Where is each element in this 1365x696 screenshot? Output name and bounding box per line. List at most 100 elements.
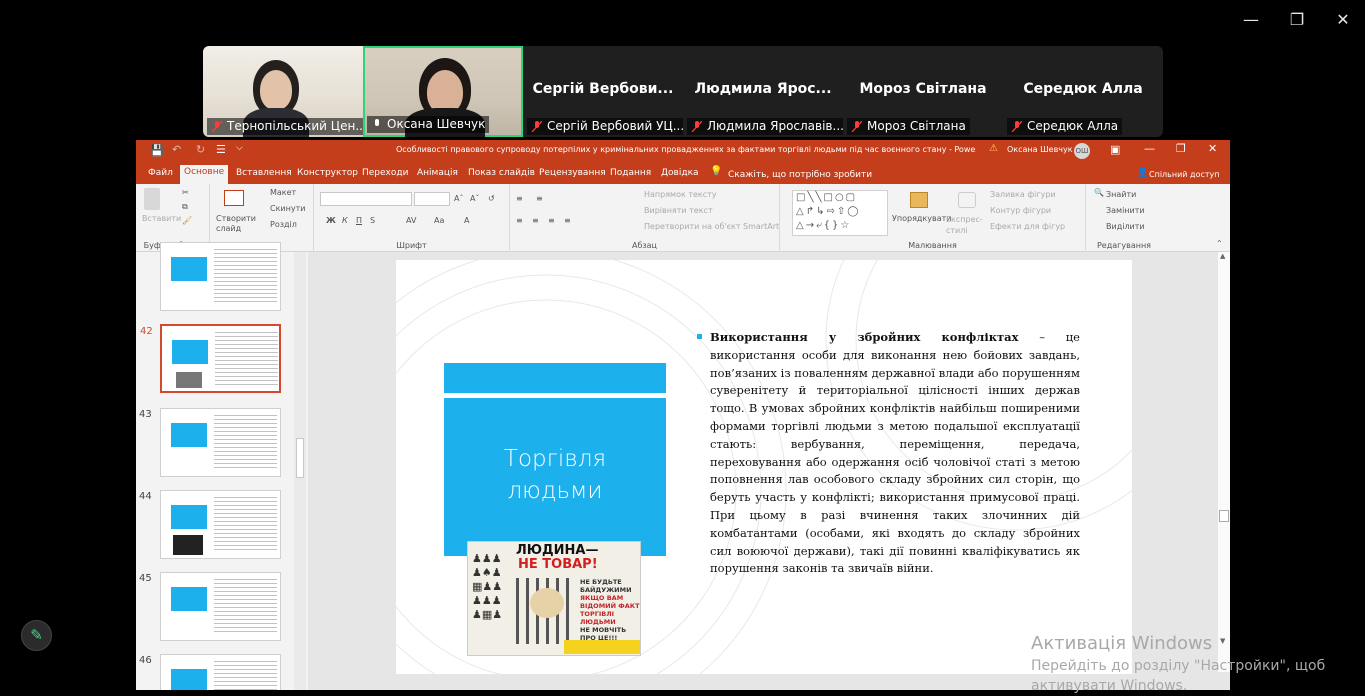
human-trafficking-poster-image[interactable]: ЛЮДИНА— НЕ ТОВАР! ♟♟♟ ♟♠♟ ▦♟♟ ♟♟♟ ♟▦♟ НЕ БУД…	[467, 541, 641, 656]
font-size-select[interactable]	[414, 192, 450, 206]
minimize-icon[interactable]: —	[1144, 142, 1155, 155]
powerpoint-window: 💾 ↶ ↻ ☰ ⌵ Особливості правового супровод…	[136, 140, 1230, 690]
avatar[interactable]: ОШ	[1074, 143, 1090, 159]
user-name[interactable]: Оксана Шевчук	[1007, 145, 1073, 154]
scroll-up-icon[interactable]: ▲	[1220, 252, 1225, 260]
tab-home[interactable]: Основне	[180, 165, 229, 184]
participant-tile[interactable]: Тернопільський Цен...	[203, 46, 363, 137]
tab-file[interactable]: Файл	[144, 166, 177, 184]
font-color-icon[interactable]: A	[464, 216, 469, 225]
arrange-button[interactable]: Упорядкувати	[892, 214, 951, 223]
quick-styles-icon[interactable]	[958, 192, 976, 208]
align-left-icon[interactable]: ≡	[516, 216, 523, 225]
align-right-icon[interactable]: ≡	[548, 216, 555, 225]
restore-icon[interactable]: ❐	[1284, 8, 1310, 32]
tab-view[interactable]: Подання	[606, 166, 655, 184]
font-family-select[interactable]	[320, 192, 412, 206]
share-button[interactable]: Спільний доступ	[1149, 170, 1220, 179]
slide-thumbnail[interactable]: 45	[139, 572, 281, 641]
replace-button[interactable]: Замінити	[1106, 206, 1145, 215]
text-direction-button[interactable]: Напрямок тексту	[644, 190, 717, 199]
select-button[interactable]: Виділити	[1106, 222, 1145, 231]
save-icon[interactable]: 💾	[150, 144, 164, 157]
quick-styles-button[interactable]: Експрес-стилі	[946, 214, 986, 236]
tab-help[interactable]: Довідка	[657, 166, 703, 184]
ribbon-display-icon[interactable]: ▣	[1110, 143, 1120, 156]
dropdown-icon[interactable]: ⌵	[236, 143, 243, 153]
cut-icon[interactable]: ✂	[182, 188, 189, 197]
slide-thumbnail-selected[interactable]: 42	[140, 324, 281, 393]
tab-design[interactable]: Конструктор	[293, 166, 362, 184]
thumbnail-image	[176, 372, 202, 388]
slide-thumbnail[interactable]: 44	[139, 490, 281, 559]
char-spacing-icon[interactable]: AV	[406, 216, 416, 225]
align-text-button[interactable]: Вирівняти текст	[644, 206, 713, 215]
slide-body-text[interactable]: Використання у збройних конфліктах – це …	[697, 329, 1080, 578]
participant-tile[interactable]: Мороз Світлана Мороз Світлана	[843, 46, 1003, 137]
tell-me-search[interactable]: Скажіть, що потрібно зробити	[728, 170, 872, 180]
minimize-icon[interactable]: —	[1238, 8, 1264, 32]
numbering-icon[interactable]: ≡	[536, 194, 543, 203]
slide-number: 42	[140, 326, 153, 337]
thumbnail-image	[173, 535, 203, 555]
scrollbar-thumb[interactable]	[1219, 510, 1229, 522]
tab-animations[interactable]: Анімація	[413, 166, 462, 184]
align-center-icon[interactable]: ≡	[532, 216, 539, 225]
strikethrough-icon[interactable]: S	[370, 216, 375, 225]
italic-icon[interactable]: К	[342, 216, 348, 225]
increase-font-icon[interactable]: Aˆ	[454, 194, 463, 203]
justify-icon[interactable]: ≡	[564, 216, 571, 225]
arrange-icon[interactable]	[910, 192, 928, 208]
copy-icon[interactable]: ⧉	[182, 202, 188, 212]
undo-icon[interactable]: ↶	[172, 143, 181, 156]
close-icon[interactable]: ✕	[1330, 8, 1356, 32]
change-case-icon[interactable]: Aa	[434, 216, 444, 225]
new-slide-icon[interactable]	[224, 190, 244, 206]
reset-button[interactable]: Скинути	[270, 204, 305, 213]
shape-fill-button[interactable]: Заливка фігури	[990, 190, 1056, 199]
slide-thumbnail[interactable]: 46	[139, 654, 281, 690]
paste-icon[interactable]	[144, 188, 160, 210]
tab-slideshow[interactable]: Показ слайдів	[464, 166, 539, 184]
mic-muted-icon	[1012, 121, 1022, 132]
slide-thumbnail[interactable]	[160, 242, 281, 311]
restore-icon[interactable]: ❐	[1176, 142, 1186, 155]
tab-transitions[interactable]: Переходи	[358, 166, 412, 184]
paste-button[interactable]: Вставити	[142, 214, 181, 223]
participant-tile[interactable]: Середюк Алла Середюк Алла	[1003, 46, 1163, 137]
customize-qat-icon[interactable]: ☰	[216, 143, 226, 156]
poster-title: ЛЮДИНА— НЕ ТОВАР!	[516, 543, 599, 572]
smartart-button[interactable]: Перетворити на об'єкт SmartArt	[644, 222, 779, 231]
mic-icon	[375, 119, 379, 126]
participant-tile[interactable]: Людмила Ярос... Людмила Ярославів...	[683, 46, 843, 137]
new-slide-button[interactable]: Створити слайд	[216, 214, 256, 234]
bold-icon[interactable]: Ж	[326, 216, 336, 225]
slide-number: 44	[139, 491, 152, 502]
participant-tile-active-speaker[interactable]: Оксана Шевчук	[363, 46, 523, 137]
format-painter-icon[interactable]: 🖌	[182, 216, 192, 225]
clear-format-icon[interactable]: ↺	[488, 194, 495, 203]
close-icon[interactable]: ✕	[1208, 142, 1217, 155]
slide-number: 45	[139, 573, 152, 584]
annotate-pencil-icon[interactable]: ✎	[21, 620, 52, 651]
layout-button[interactable]: Макет	[270, 188, 296, 197]
section-button[interactable]: Розділ	[270, 220, 297, 229]
slide-thumbnail[interactable]: 43	[139, 408, 281, 477]
collapse-ribbon-icon[interactable]: ⌃	[1216, 239, 1223, 248]
redo-icon[interactable]: ↻	[196, 143, 205, 156]
shape-outline-button[interactable]: Контур фігури	[990, 206, 1051, 215]
scrollbar-thumb[interactable]	[296, 438, 304, 478]
decrease-font-icon[interactable]: Aˇ	[470, 194, 479, 203]
slide-title[interactable]: Торгівля людьми	[444, 443, 666, 507]
shape-effects-button[interactable]: Ефекти для фігур	[990, 222, 1065, 231]
tab-review[interactable]: Рецензування	[535, 166, 610, 184]
thumbnails-scrollbar[interactable]	[294, 252, 306, 690]
editor-scrollbar[interactable]: ▲ ▼	[1218, 252, 1230, 672]
find-button[interactable]: Знайти	[1106, 190, 1136, 199]
participant-tile[interactable]: Сергій Вербови... Сергій Вербовий УЦ...	[523, 46, 683, 137]
tab-insert[interactable]: Вставлення	[232, 166, 296, 184]
bullets-icon[interactable]: ≡	[516, 194, 523, 203]
slide[interactable]: Торгівля людьми ЛЮДИНА— НЕ ТОВАР! ♟♟♟ ♟♠♟…	[396, 260, 1132, 674]
underline-icon[interactable]: П	[356, 216, 362, 225]
shapes-gallery[interactable]: □╲╲□○▢ △↱↳⇨⇧◯ △→⤶{}☆	[792, 190, 888, 236]
